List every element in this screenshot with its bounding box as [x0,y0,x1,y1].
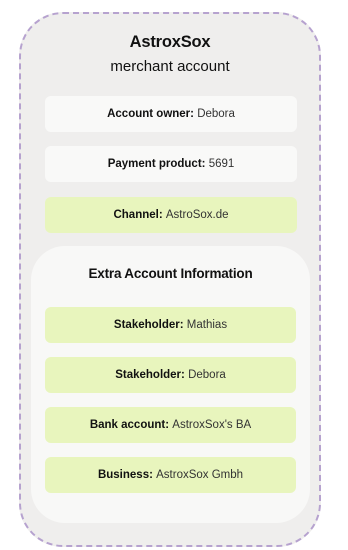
field-value: Debora [197,108,235,120]
merchant-subtitle: merchant account [110,58,230,75]
field-value: AstroxSox Gmbh [156,469,244,481]
extra-account-info-container: Extra Account Information Stakeholder: M… [31,246,310,523]
merchant-account-container: AstroxSox merchant account Account owner… [19,12,321,547]
stakeholder-field: Stakeholder: Debora [45,357,296,393]
account-owner-field: Account owner: Debora [45,96,297,132]
business-field: Business: AstroxSox Gmbh [45,457,296,493]
field-key: Payment product: [107,158,206,170]
field-key: Channel: [113,209,163,221]
field-key: Business: [97,469,153,481]
stakeholder-field: Stakeholder: Mathias [45,307,296,343]
field-value: Mathias [186,319,228,331]
field-key: Account owner: [107,108,194,120]
field-value: 5691 [208,158,235,170]
field-value: AstroSox.de [165,209,229,221]
field-value: AstroxSox's BA [172,419,252,431]
bank-account-field: Bank account: AstroxSox's BA [45,407,296,443]
field-key: Stakeholder: [115,369,185,381]
field-value: Debora [188,369,226,381]
channel-field: Channel: AstroSox.de [45,197,297,233]
field-key: Stakeholder: [113,319,184,331]
field-key: Bank account: [89,419,170,431]
payment-product-field: Payment product: 5691 [45,146,297,182]
merchant-name: AstroxSox [129,33,211,51]
diagram-canvas: AstroxSox merchant account Account owner… [0,0,348,550]
extra-account-info-title: Extra Account Information [88,266,253,281]
